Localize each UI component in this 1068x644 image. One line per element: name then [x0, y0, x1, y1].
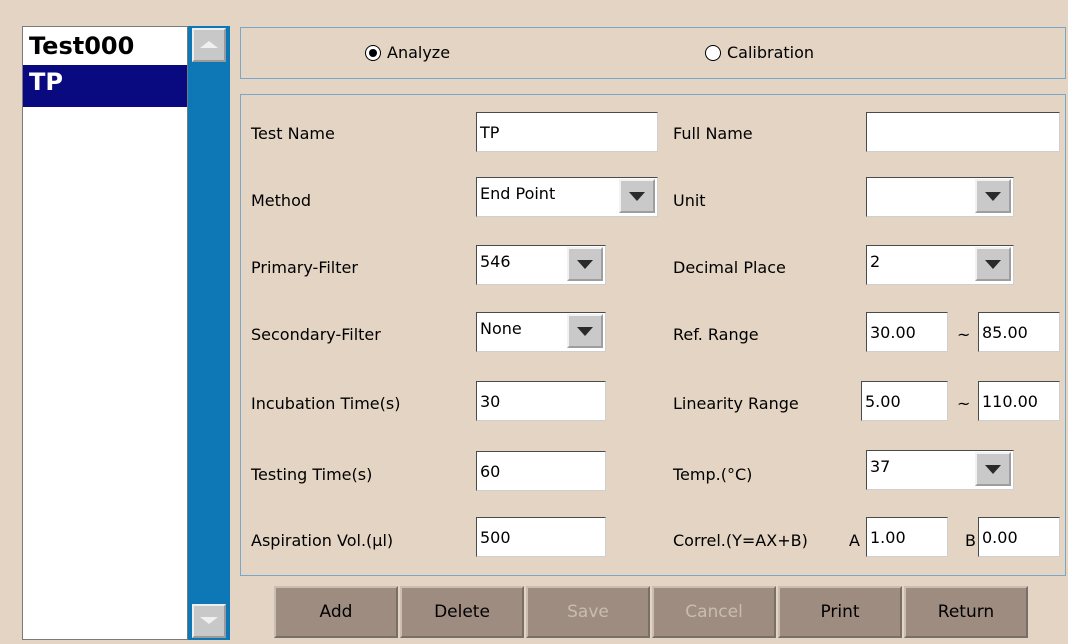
linearity-range-low-input[interactable]: 5.00: [861, 381, 948, 421]
arrow-up-icon: [200, 41, 218, 48]
test-name-label: Test Name: [251, 124, 335, 143]
test-list-scrollbar[interactable]: [188, 26, 230, 640]
analyze-radio[interactable]: Analyze: [365, 43, 450, 62]
cancel-button[interactable]: Cancel: [652, 586, 776, 638]
list-item-tp[interactable]: TP: [23, 65, 187, 107]
testing-time-label: Testing Time(s): [251, 465, 373, 484]
calibration-label: Calibration: [727, 43, 815, 62]
incubation-time-input[interactable]: 30: [476, 381, 606, 421]
delete-button[interactable]: Delete: [400, 586, 524, 638]
scroll-up-button[interactable]: [192, 28, 226, 62]
chevron-down-icon: [629, 192, 645, 201]
chevron-down-icon: [577, 327, 593, 336]
return-button[interactable]: Return: [904, 586, 1028, 638]
method-label: Method: [251, 191, 312, 210]
secondary-filter-label: Secondary-Filter: [251, 325, 381, 344]
decimal-place-label: Decimal Place: [673, 258, 786, 277]
radio-unselected-icon: [705, 44, 721, 61]
incubation-time-label: Incubation Time(s): [251, 394, 401, 413]
chevron-down-icon: [985, 260, 1001, 269]
full-name-input[interactable]: [866, 112, 1060, 152]
mode-panel: Analyze Calibration: [240, 27, 1066, 79]
test-parameters-form: Test Name TP Full Name Method End Point …: [240, 94, 1066, 576]
secondary-filter-dropdown-button[interactable]: [567, 314, 603, 348]
analyze-label: Analyze: [387, 43, 451, 62]
calibration-radio[interactable]: Calibration: [705, 43, 814, 62]
scroll-down-button[interactable]: [192, 604, 226, 638]
full-name-label: Full Name: [673, 124, 753, 143]
test-name-input[interactable]: TP: [476, 112, 658, 152]
unit-label: Unit: [673, 191, 706, 210]
linearity-range-separator: ~: [957, 394, 971, 413]
unit-dropdown-button[interactable]: [975, 179, 1011, 213]
method-dropdown-button[interactable]: [619, 179, 655, 213]
print-button[interactable]: Print: [778, 586, 902, 638]
ref-range-high-input[interactable]: 85.00: [978, 312, 1060, 352]
add-button[interactable]: Add: [274, 586, 398, 638]
ref-range-label: Ref. Range: [673, 325, 759, 344]
aspiration-vol-label: Aspiration Vol.(µl): [251, 531, 394, 550]
temp-dropdown-button[interactable]: [975, 452, 1011, 486]
primary-filter-dropdown-button[interactable]: [567, 247, 603, 281]
radio-selected-icon: [365, 44, 381, 61]
test-list[interactable]: Test000 TP: [22, 26, 188, 640]
correl-b-input[interactable]: 0.00: [978, 517, 1060, 557]
decimal-place-dropdown-button[interactable]: [975, 247, 1011, 281]
ref-range-separator: ~: [957, 325, 971, 344]
linearity-range-label: Linearity Range: [673, 394, 799, 413]
correl-a-input[interactable]: 1.00: [866, 517, 948, 557]
arrow-down-icon: [200, 617, 218, 624]
correl-label: Correl.(Y=AX+B): [673, 531, 808, 550]
testing-time-input[interactable]: 60: [476, 451, 606, 491]
linearity-range-high-input[interactable]: 110.00: [978, 381, 1060, 421]
correl-b-label: B: [965, 531, 976, 550]
temp-label: Temp.(°C): [673, 465, 753, 484]
ref-range-low-input[interactable]: 30.00: [866, 312, 948, 352]
chevron-down-icon: [985, 465, 1001, 474]
correl-a-label: A: [849, 531, 860, 550]
save-button[interactable]: Save: [526, 586, 650, 638]
list-item-test000[interactable]: Test000: [23, 27, 187, 65]
primary-filter-label: Primary-Filter: [251, 258, 358, 277]
aspiration-vol-input[interactable]: 500: [476, 517, 606, 557]
chevron-down-icon: [985, 192, 1001, 201]
chevron-down-icon: [577, 260, 593, 269]
